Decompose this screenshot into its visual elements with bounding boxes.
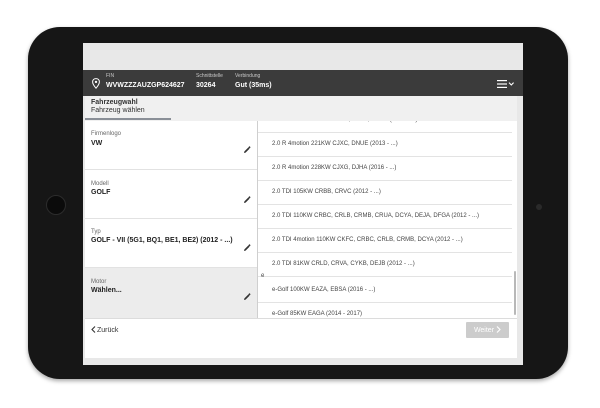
list-item[interactable]: 2.0 TDI 4motion 110KW CKFC, CRBC, CRLB, … [258, 229, 512, 253]
connection-value: Gut (35ms) [235, 82, 272, 89]
menu-icon[interactable] [497, 77, 515, 95]
list-item[interactable]: 2.0 TDI 81KW CRLD, CRVA, CYKB, DEJB (201… [258, 253, 512, 277]
location-pin-icon [92, 76, 100, 94]
chevron-right-icon [496, 325, 501, 335]
vehicle-info-bar: FIN WVWZZZAUZGP624627 Schnittstelle 3026… [83, 70, 523, 96]
scrollbar[interactable] [514, 271, 516, 315]
vehicle-selection-panel: Fahrzeugwahl Fahrzeug wählen Firmenlogo … [85, 96, 517, 358]
pencil-icon[interactable] [243, 288, 251, 306]
engine-options-list[interactable]: 2.0 R 4motion 213KW CJXG, DJHB, DNUC (20… [258, 121, 517, 318]
list-item[interactable]: e-Golf 100KW EAZA, EBSA (2016 - ...) [258, 279, 512, 303]
selection-fields: Firmenlogo VW Modell GOLF Typ GOLF - VII… [85, 121, 257, 318]
footer-bar: Zurück Weiter [85, 318, 517, 358]
connection-field: Verbindung Gut (35ms) [235, 73, 272, 91]
list-item[interactable]: 2.0 R 4motion 221KW CJXC, DNUE (2013 - .… [258, 133, 512, 157]
interface-label: Schnittstelle [196, 73, 223, 79]
camera-icon [536, 204, 542, 210]
interface-value: 30264 [196, 82, 216, 89]
page-subtitle: Fahrzeug wählen [91, 107, 145, 114]
field-label: Typ [91, 229, 101, 235]
active-tab-underline [85, 118, 171, 120]
list-item[interactable]: 2.0 TDI 110KW CRBC, CRLB, CRMB, CRUA, DC… [258, 205, 512, 229]
pencil-icon[interactable] [243, 191, 251, 209]
field-value: Wählen... [91, 287, 122, 294]
pencil-icon[interactable] [243, 239, 251, 257]
field-type[interactable]: Typ GOLF - VII (5G1, BQ1, BE1, BE2) (201… [85, 219, 257, 268]
fin-field: FIN WVWZZZAUZGP624627 [106, 73, 185, 91]
list-section-marker: e [261, 273, 265, 279]
field-value: GOLF - VII (5G1, BQ1, BE1, BE2) (2012 - … [91, 237, 233, 244]
panel-header: Fahrzeugwahl Fahrzeug wählen [85, 96, 517, 121]
field-model[interactable]: Modell GOLF [85, 170, 257, 219]
field-value: VW [91, 140, 103, 147]
field-value: GOLF [91, 189, 111, 196]
field-label: Motor [91, 279, 107, 285]
connection-label: Verbindung [235, 73, 261, 79]
chevron-left-icon [91, 326, 96, 335]
pencil-icon[interactable] [243, 141, 251, 159]
list-item[interactable]: 2.0 R 4motion 228KW CJXG, DJHA (2016 - .… [258, 157, 512, 181]
list-item[interactable]: e-Golf 85KW EAGA (2014 - 2017) [258, 303, 512, 318]
fin-value: WVWZZZAUZGP624627 [106, 82, 185, 89]
list-item[interactable]: 2.0 R 4motion 213KW CJXG, DJHB, DNUC (20… [258, 121, 512, 133]
fin-label: FIN [106, 73, 115, 79]
field-engine[interactable]: Motor Wählen... [85, 268, 257, 318]
list-item[interactable]: 2.0 TDI 105KW CRBB, CRVC (2012 - ...) [258, 181, 512, 205]
page-title: Fahrzeugwahl [91, 99, 138, 106]
back-button-label: Zurück [97, 327, 119, 334]
next-button[interactable]: Weiter [466, 322, 509, 338]
interface-field: Schnittstelle 30264 [196, 73, 223, 91]
back-button[interactable]: Zurück [91, 326, 118, 335]
home-button[interactable] [46, 195, 66, 215]
field-label: Firmenlogo [91, 131, 122, 137]
next-button-label: Weiter [473, 326, 495, 334]
field-brand[interactable]: Firmenlogo VW [85, 121, 257, 170]
tablet-screen: FIN WVWZZZAUZGP624627 Schnittstelle 3026… [83, 43, 523, 365]
field-label: Modell [91, 181, 109, 187]
